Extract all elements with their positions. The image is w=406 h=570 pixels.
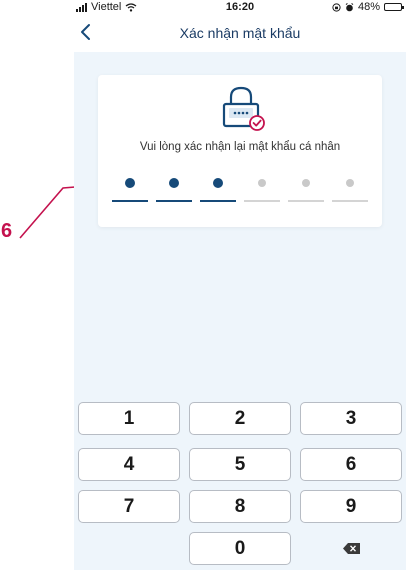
key-7[interactable]: 7 [78,490,180,523]
lock-check-icon [222,86,265,131]
confirm-prompt: Vui lòng xác nhận lại mật khẩu cá nhân [139,141,341,153]
pin-slot [112,178,148,204]
battery-percent: 48% [357,1,380,13]
key-5[interactable]: 5 [189,448,291,481]
alarm-icon [345,2,354,11]
pin-dot-empty [258,179,266,187]
pin-underline [200,200,236,202]
key-9[interactable]: 9 [300,490,402,523]
pin-dot-empty [302,179,310,187]
pin-dot-filled [169,178,179,188]
key-2[interactable]: 2 [189,402,291,435]
pin-underline [332,200,368,202]
key-3[interactable]: 3 [300,402,402,435]
pin-slot [200,178,236,204]
key-0[interactable]: 0 [189,532,291,565]
pin-slot [288,178,324,204]
key-1[interactable]: 1 [78,402,180,435]
page-title: Xác nhận mật khẩu [179,25,301,41]
nav-bar: Xác nhận mật khẩu [74,14,406,52]
pin-underline [112,200,148,202]
rotation-lock-icon [332,2,341,12]
pin-slot [244,178,280,204]
key-8[interactable]: 8 [189,490,291,523]
pin-underline [288,200,324,202]
pin-dot-filled [213,178,223,188]
annotation-number: 6 [1,220,13,242]
pin-underline [244,200,280,202]
main-content: Vui lòng xác nhận lại mật khẩu cá nhân 1… [74,52,406,570]
phone-screen: Viettel 16:20 48% Xác nhận mật khẩu Vui … [74,0,406,570]
pin-indicator [112,178,368,204]
pin-underline [156,200,192,202]
pin-slot [332,178,368,204]
status-bar: Viettel 16:20 48% [74,0,406,14]
pin-dot-empty [346,179,354,187]
pin-confirm-card: Vui lòng xác nhận lại mật khẩu cá nhân [98,75,382,227]
key-6[interactable]: 6 [300,448,402,481]
battery-icon [384,3,404,11]
pin-dot-filled [125,178,135,188]
status-right: 48% [332,1,404,13]
backspace-icon[interactable] [300,532,402,565]
key-4[interactable]: 4 [78,448,180,481]
pin-slot [156,178,192,204]
